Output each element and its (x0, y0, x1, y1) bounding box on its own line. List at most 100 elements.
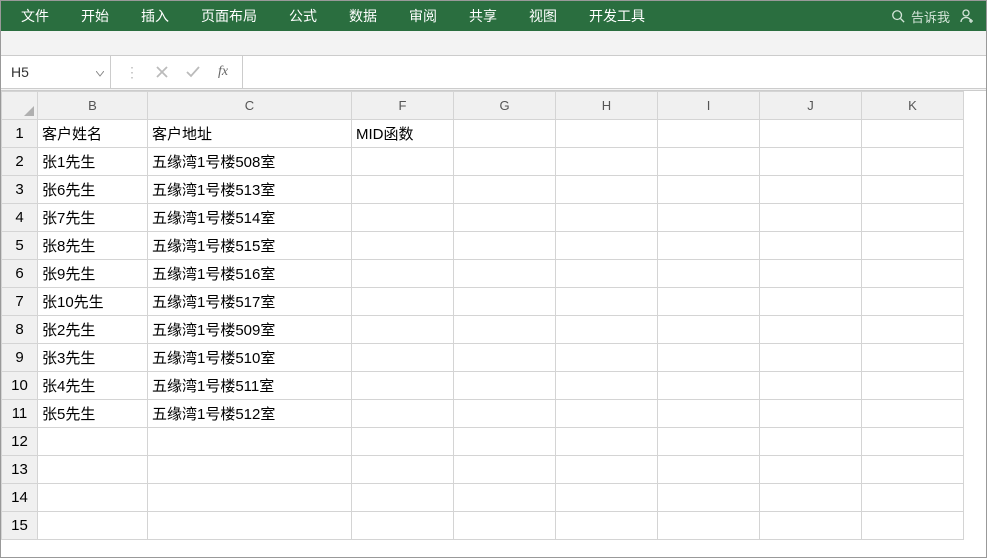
row-header[interactable]: 6 (2, 260, 38, 288)
cell[interactable] (760, 288, 862, 316)
cell[interactable] (862, 512, 964, 540)
cell[interactable]: MID函数 (352, 120, 454, 148)
ribbon-tab-view[interactable]: 视图 (513, 1, 573, 31)
cell[interactable] (760, 260, 862, 288)
cell[interactable] (862, 120, 964, 148)
column-header[interactable]: I (658, 92, 760, 120)
cell[interactable] (38, 428, 148, 456)
cell[interactable] (658, 260, 760, 288)
cell[interactable] (658, 120, 760, 148)
cell[interactable] (454, 428, 556, 456)
row-header[interactable]: 15 (2, 512, 38, 540)
ribbon-tab-home[interactable]: 开始 (65, 1, 125, 31)
cell[interactable] (454, 288, 556, 316)
row-header[interactable]: 3 (2, 176, 38, 204)
cell[interactable] (862, 428, 964, 456)
cell[interactable]: 五缘湾1号楼510室 (148, 344, 352, 372)
cell[interactable]: 张3先生 (38, 344, 148, 372)
cell[interactable] (352, 344, 454, 372)
cell[interactable] (862, 484, 964, 512)
cell[interactable] (658, 400, 760, 428)
cell[interactable] (862, 400, 964, 428)
cell[interactable] (352, 372, 454, 400)
enter-formula-button[interactable] (186, 66, 200, 78)
spreadsheet-grid[interactable]: B C F G H I J K 1客户姓名客户地址MID函数2张1先生五缘湾1号… (1, 91, 986, 540)
share-icon[interactable] (958, 8, 974, 24)
cell[interactable] (556, 204, 658, 232)
cell[interactable] (454, 484, 556, 512)
cell[interactable] (658, 344, 760, 372)
cell[interactable] (352, 176, 454, 204)
row-header[interactable]: 7 (2, 288, 38, 316)
column-header[interactable]: G (454, 92, 556, 120)
cell[interactable] (556, 288, 658, 316)
ribbon-tab-insert[interactable]: 插入 (125, 1, 185, 31)
cell[interactable]: 五缘湾1号楼517室 (148, 288, 352, 316)
row-header[interactable]: 12 (2, 428, 38, 456)
tell-me-search[interactable]: 告诉我 (891, 7, 950, 26)
cell[interactable] (454, 456, 556, 484)
cell[interactable] (556, 120, 658, 148)
cell[interactable] (352, 232, 454, 260)
cell[interactable] (38, 512, 148, 540)
cell[interactable] (352, 512, 454, 540)
cell[interactable]: 五缘湾1号楼508室 (148, 148, 352, 176)
cell[interactable]: 张7先生 (38, 204, 148, 232)
cell[interactable] (556, 400, 658, 428)
cell[interactable] (38, 484, 148, 512)
insert-function-button[interactable]: fx (218, 64, 228, 80)
cell[interactable] (454, 120, 556, 148)
row-header[interactable]: 14 (2, 484, 38, 512)
cell[interactable] (658, 176, 760, 204)
row-header[interactable]: 9 (2, 344, 38, 372)
cell[interactable] (38, 456, 148, 484)
cell[interactable] (658, 428, 760, 456)
row-header[interactable]: 8 (2, 316, 38, 344)
row-header[interactable]: 2 (2, 148, 38, 176)
cell[interactable] (148, 512, 352, 540)
cell[interactable] (556, 176, 658, 204)
row-header[interactable]: 5 (2, 232, 38, 260)
cell[interactable] (148, 484, 352, 512)
cancel-formula-button[interactable] (156, 66, 168, 78)
column-header[interactable]: K (862, 92, 964, 120)
cell[interactable]: 客户地址 (148, 120, 352, 148)
cell[interactable] (352, 316, 454, 344)
cell[interactable] (862, 232, 964, 260)
cell[interactable] (658, 456, 760, 484)
cell[interactable] (352, 456, 454, 484)
cell[interactable] (352, 148, 454, 176)
chevron-down-icon[interactable] (96, 64, 104, 80)
cell[interactable] (862, 316, 964, 344)
cell[interactable] (454, 176, 556, 204)
cell[interactable] (352, 400, 454, 428)
ribbon-tab-pagelayout[interactable]: 页面布局 (185, 1, 273, 31)
row-header[interactable]: 13 (2, 456, 38, 484)
cell[interactable] (556, 456, 658, 484)
cell[interactable] (658, 148, 760, 176)
cell[interactable] (760, 428, 862, 456)
cell[interactable] (454, 344, 556, 372)
cell[interactable] (556, 316, 658, 344)
cell[interactable] (454, 148, 556, 176)
cell[interactable] (760, 456, 862, 484)
cell[interactable] (556, 260, 658, 288)
ribbon-tab-file[interactable]: 文件 (5, 1, 65, 31)
cell[interactable]: 五缘湾1号楼511室 (148, 372, 352, 400)
cell[interactable] (658, 316, 760, 344)
cell[interactable] (760, 512, 862, 540)
cell[interactable]: 五缘湾1号楼516室 (148, 260, 352, 288)
cell[interactable] (760, 120, 862, 148)
ribbon-tab-share[interactable]: 共享 (453, 1, 513, 31)
cell[interactable] (862, 260, 964, 288)
cell[interactable] (658, 288, 760, 316)
cell[interactable] (454, 232, 556, 260)
row-header[interactable]: 10 (2, 372, 38, 400)
cell[interactable] (148, 456, 352, 484)
ribbon-tab-developer[interactable]: 开发工具 (573, 1, 661, 31)
cell[interactable] (658, 484, 760, 512)
cell[interactable] (658, 232, 760, 260)
cell[interactable] (862, 344, 964, 372)
cell[interactable] (148, 428, 352, 456)
cell[interactable] (352, 204, 454, 232)
